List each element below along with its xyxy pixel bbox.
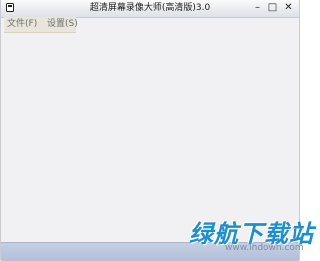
menu-item-file[interactable]: 文件(F) [7,18,37,31]
app-window: 超清屏幕录像大师(高清版)3.0 – □ ✕ 文件(F) 设置(S) 绿航下载站… [0,0,313,261]
watermark-url: www.lhdown.com [225,243,304,253]
client-area [1,33,299,242]
title-bar[interactable]: 超清屏幕录像大师(高清版)3.0 – □ ✕ [1,0,299,18]
menu-bar: 文件(F) 设置(S) [4,17,78,33]
close-button[interactable]: ✕ [282,2,295,14]
menu-item-settings[interactable]: 设置(S) [47,18,78,31]
maximize-button[interactable]: □ [266,2,279,14]
minimize-button[interactable]: – [251,2,264,14]
site-watermark: 绿航下载站 www.lhdown.com [189,214,313,260]
